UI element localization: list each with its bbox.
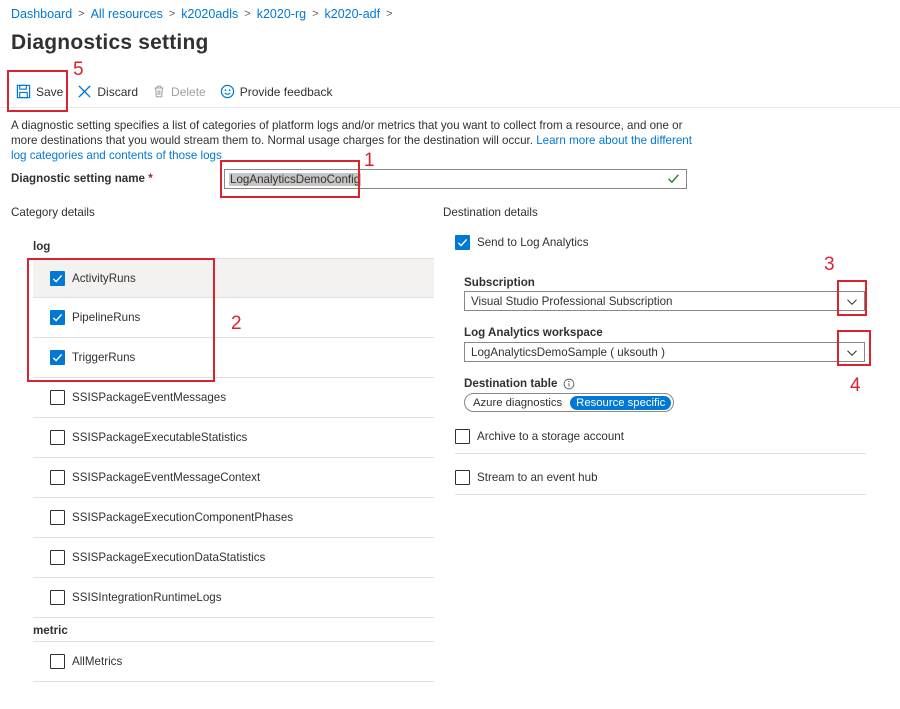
checkbox[interactable]	[455, 429, 470, 444]
subscription-label: Subscription	[464, 276, 535, 289]
send-to-log-analytics[interactable]: Send to Log Analytics	[455, 235, 589, 250]
category-row[interactable]: SSISPackageEventMessageContext	[33, 458, 434, 498]
breadcrumb-all-resources[interactable]: All resources	[91, 7, 163, 21]
workspace-dropdown[interactable]: LogAnalyticsDemoSample ( uksouth )	[464, 342, 865, 362]
delete-label: Delete	[171, 84, 206, 99]
breadcrumb: Dashboard > All resources > k2020adls > …	[11, 7, 399, 21]
category-label: SSISPackageExecutionComponentPhases	[72, 511, 294, 524]
smiley-icon	[220, 84, 234, 99]
delete-button[interactable]: Delete	[152, 84, 206, 99]
breadcrumb-resource-group[interactable]: k2020-rg	[257, 7, 306, 21]
feedback-button[interactable]: Provide feedback	[220, 84, 333, 99]
command-bar: Save Discard Delete Provide feedback	[0, 76, 900, 108]
destination-table-label-text: Destination table	[464, 377, 558, 390]
option-azure-diagnostics[interactable]: Azure diagnostics	[473, 397, 562, 409]
annotation-number: 5	[73, 59, 84, 80]
chevron-right-icon: >	[312, 8, 319, 20]
chevron-right-icon: >	[168, 8, 176, 20]
log-group-label: log	[33, 240, 51, 253]
annotation-box-workspace	[837, 330, 871, 366]
setting-name-label: Diagnostic setting name *	[11, 172, 153, 185]
close-icon	[78, 85, 91, 98]
category-row[interactable]: SSISPackageExecutionComponentPhases	[33, 498, 434, 538]
checkbox-checked[interactable]	[455, 235, 470, 250]
destination-details-heading: Destination details	[443, 206, 538, 219]
annotation-box-subscription	[837, 280, 867, 316]
checkbox[interactable]	[455, 470, 470, 485]
checkbox[interactable]	[50, 510, 65, 525]
subscription-dropdown[interactable]: Visual Studio Professional Subscription	[464, 291, 865, 311]
checkbox[interactable]	[50, 430, 65, 445]
description: A diagnostic setting specifies a list of…	[11, 118, 701, 163]
feedback-label: Provide feedback	[239, 84, 333, 99]
setting-name-label-text: Diagnostic setting name	[11, 172, 145, 185]
category-label: SSISPackageExecutableStatistics	[72, 431, 248, 444]
checkbox[interactable]	[50, 550, 65, 565]
chevron-right-icon: >	[386, 8, 393, 20]
category-label: SSISIntegrationRuntimeLogs	[72, 591, 222, 604]
annotation-box-logs	[27, 258, 215, 382]
page-title: Diagnostics setting	[11, 31, 209, 54]
event-hub-label: Stream to an event hub	[477, 471, 598, 484]
category-details-heading: Category details	[11, 206, 95, 219]
annotation-number: 4	[850, 375, 861, 396]
destination-table-toggle[interactable]: Azure diagnostics Resource specific	[464, 393, 675, 412]
annotation-number: 3	[824, 254, 835, 275]
category-label: SSISPackageEventMessageContext	[72, 471, 261, 484]
category-label: AllMetrics	[72, 655, 123, 668]
category-row-allmetrics[interactable]: AllMetrics	[33, 642, 434, 682]
annotation-box-save	[7, 70, 68, 112]
option-resource-specific[interactable]: Resource specific	[570, 395, 672, 410]
breadcrumb-storage[interactable]: k2020adls	[181, 7, 238, 21]
destination-table-label: Destination table	[464, 377, 575, 390]
breadcrumb-data-factory[interactable]: k2020-adf	[325, 7, 381, 21]
category-label: SSISPackageExecutionDataStatistics	[72, 551, 266, 564]
archive-label: Archive to a storage account	[477, 430, 624, 443]
annotation-number: 1	[364, 150, 375, 171]
info-icon[interactable]	[563, 378, 575, 390]
checkbox[interactable]	[50, 590, 65, 605]
discard-label: Discard	[97, 84, 139, 99]
chevron-right-icon: >	[244, 8, 251, 20]
divider	[455, 453, 866, 454]
annotation-box-name	[220, 160, 360, 198]
archive-storage-option[interactable]: Archive to a storage account	[455, 429, 624, 444]
metric-group-label: metric	[33, 624, 68, 637]
checkbox[interactable]	[50, 390, 65, 405]
event-hub-option[interactable]: Stream to an event hub	[455, 470, 598, 485]
category-row[interactable]: SSISPackageEventMessages	[33, 378, 434, 418]
checkbox[interactable]	[50, 654, 65, 669]
trash-icon	[154, 85, 164, 98]
send-to-log-analytics-label: Send to Log Analytics	[477, 236, 589, 249]
workspace-value: LogAnalyticsDemoSample ( uksouth )	[471, 345, 665, 359]
category-label: SSISPackageEventMessages	[72, 391, 227, 404]
divider	[455, 494, 866, 495]
category-row[interactable]: SSISIntegrationRuntimeLogs	[33, 578, 434, 618]
checkmark-icon	[457, 238, 468, 247]
category-row[interactable]: SSISPackageExecutionDataStatistics	[33, 538, 434, 578]
breadcrumb-dashboard[interactable]: Dashboard	[11, 7, 72, 21]
checkmark-icon	[668, 174, 679, 184]
workspace-label: Log Analytics workspace	[464, 326, 603, 339]
annotation-number: 2	[231, 313, 242, 334]
subscription-value: Visual Studio Professional Subscription	[471, 294, 673, 308]
discard-button[interactable]: Discard	[77, 84, 138, 99]
category-row[interactable]: SSISPackageExecutableStatistics	[33, 418, 434, 458]
checkbox[interactable]	[50, 470, 65, 485]
chevron-right-icon: >	[78, 8, 85, 20]
required-marker: *	[148, 172, 153, 185]
